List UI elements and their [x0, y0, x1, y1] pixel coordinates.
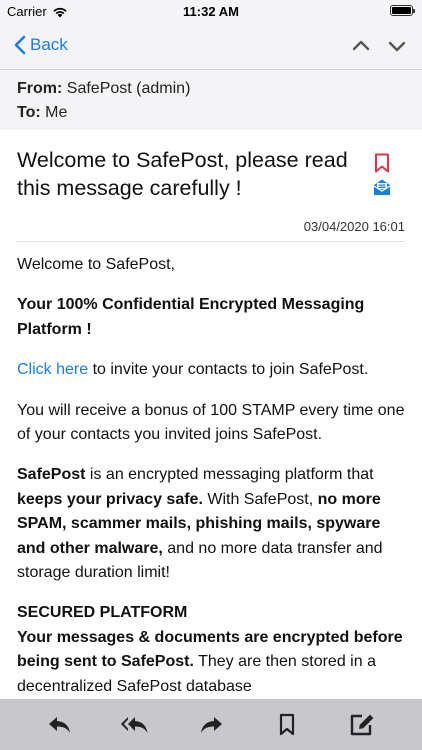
message-date: 03/04/2020 16:01	[303, 219, 405, 234]
forward-button[interactable]	[196, 710, 226, 740]
p4-text-2: With SafePost,	[202, 490, 318, 508]
message-header: From: SafePost (admin) To: Me	[0, 70, 422, 130]
status-time: 11:32 AM	[183, 4, 239, 19]
invite-rest: to invite your contacts to join SafePost…	[88, 361, 369, 379]
invite-link[interactable]: Click here	[17, 361, 88, 378]
from-label: From:	[17, 80, 63, 97]
p4-brand: SafePost	[17, 466, 86, 484]
battery-fill	[392, 7, 411, 14]
from-row: From: SafePost (admin)	[17, 77, 405, 101]
forward-icon	[200, 716, 222, 733]
bottom-toolbar	[0, 699, 422, 750]
compose-button[interactable]	[347, 710, 377, 740]
battery-icon	[390, 5, 415, 16]
bookmark-outline-icon	[279, 713, 294, 735]
p4-text-1: is an encrypted messaging platform that	[85, 466, 374, 484]
message-body: Welcome to SafePost, Your 100% Confident…	[17, 253, 407, 715]
toolbar-bookmark-button[interactable]	[272, 710, 302, 740]
nav-bar: Back	[0, 22, 422, 70]
subject-area: Welcome to SafePost, please read this me…	[17, 146, 362, 202]
status-bar: Carrier 11:32 AM	[0, 0, 422, 22]
to-row: To: Me	[17, 101, 405, 125]
reply-icon	[48, 716, 70, 733]
p4-privacy: keeps your privacy safe.	[17, 490, 203, 508]
message-subject: Welcome to SafePost, please read this me…	[17, 148, 348, 200]
reply-all-icon	[121, 716, 148, 733]
back-button[interactable]: Back	[14, 35, 68, 55]
tagline-text: Your 100% Confidential Encrypted Messagi…	[17, 296, 365, 338]
invite-paragraph: Click here to invite your contacts to jo…	[17, 358, 407, 382]
bookmark-icon[interactable]	[374, 153, 390, 173]
mail-open-icon[interactable]	[373, 178, 391, 196]
reply-all-button[interactable]	[120, 710, 150, 740]
greeting: Welcome to SafePost,	[17, 256, 175, 273]
tagline: Your 100% Confidential Encrypted Messagi…	[17, 293, 407, 342]
divider	[17, 241, 405, 242]
from-value: SafePost (admin)	[66, 80, 191, 97]
chevron-up-icon[interactable]	[350, 35, 372, 57]
mail-screen: Carrier 11:32 AM Back From: SafePost (ad…	[0, 0, 422, 750]
bonus-paragraph: You will receive a bonus of 100 STAMP ev…	[17, 401, 405, 444]
chevron-left-icon	[14, 35, 26, 55]
to-value: Me	[45, 104, 68, 121]
platform-paragraph: SafePost is an encrypted messaging platf…	[17, 463, 407, 585]
section-title: SECURED PLATFORM	[17, 604, 188, 622]
secured-paragraph: SECURED PLATFORM Your messages & document…	[17, 601, 407, 699]
compose-icon	[350, 714, 374, 735]
chevron-down-icon[interactable]	[386, 35, 408, 57]
to-label: To:	[17, 104, 41, 121]
back-label: Back	[30, 35, 68, 54]
reply-button[interactable]	[45, 710, 75, 740]
